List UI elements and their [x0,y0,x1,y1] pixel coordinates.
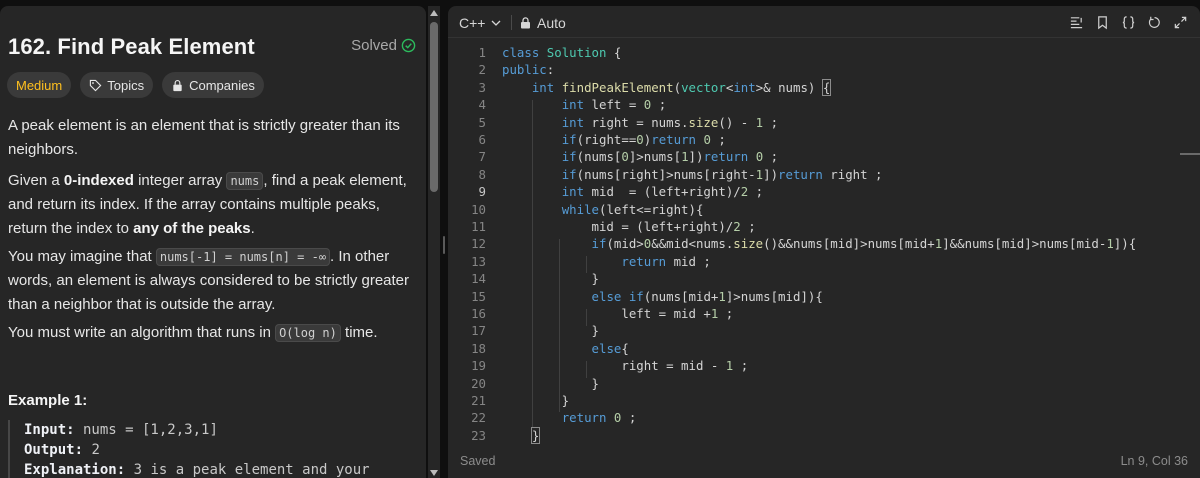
example-value: 3 is a peak element and your [125,462,370,478]
line-number: 5 [478,114,486,130]
chevron-down-icon [492,20,501,26]
tag-icon [90,79,102,91]
topics-button[interactable]: Topics [80,72,154,98]
solved-badge: Solved [351,37,416,54]
inline-code: nums[-1] = nums[n] = -∞ [155,248,331,266]
language-selector[interactable]: C++ [459,15,501,31]
scrollbar-thumb[interactable] [430,22,438,192]
example-value: nums = [1,2,3,1] [74,422,218,438]
line-number: 22 [471,410,486,426]
line-number: 1 [478,45,486,60]
solved-label: Solved [351,37,397,54]
expand-icon[interactable] [1172,14,1188,30]
example-label: Input: [24,422,75,438]
difficulty-badge[interactable]: Medium [7,72,72,98]
format-icon[interactable] [1068,14,1084,30]
line-number: 10 [471,201,486,217]
line-number: 21 [471,393,486,408]
text: . [250,220,255,237]
line-number: 14 [471,271,486,287]
text: time. [340,324,378,341]
description-panel: 162. Find Peak Element Solved Medium Top… [0,6,426,478]
description-scrollbar[interactable] [428,6,440,478]
tag-row: Medium Topics Companies [7,72,264,98]
description-paragraph: Given a 0-indexed integer array nums, fi… [8,169,414,241]
line-number: 6 [478,132,486,147]
editor-toolbar: C++ Auto [448,6,1200,38]
mode-selector[interactable]: Auto [520,15,566,31]
line-number: 16 [471,306,486,321]
braces-icon[interactable] [1120,14,1136,30]
line-number: 9 [478,184,486,200]
line-number: 8 [478,166,486,182]
text: You may imagine that [8,248,156,265]
line-number: 17 [471,323,486,339]
reset-icon[interactable] [1146,14,1162,30]
editor-status-bar: Saved Ln 9, Col 36 [448,448,1200,478]
topics-label: Topics [107,77,145,93]
line-number: 12 [471,236,486,252]
bold-text: any of the peaks [133,220,251,237]
description-paragraph: A peak element is an element that is str… [8,117,400,158]
companies-label: Companies [189,77,255,93]
scroll-down-arrow[interactable] [430,470,438,476]
line-number: 7 [478,149,486,165]
code-area[interactable]: 1 class Solution { 2 public: 3 int findPea… [448,44,1200,444]
line-number: 13 [471,253,486,269]
line-number: 2 [478,62,486,78]
line-number: 20 [471,375,486,391]
code-editor-panel: C++ Auto 1 class Solution {2 public: 3 … [448,6,1200,478]
example-output: Output: 2 [24,440,408,460]
check-circle-icon [401,38,416,53]
text: You must write an algorithm that runs in [8,324,276,341]
inline-code: O(log n) [275,324,341,342]
companies-button[interactable]: Companies [162,72,264,98]
title-row: 162. Find Peak Element Solved [8,34,416,64]
cursor-position[interactable]: Ln 9, Col 36 [1121,454,1188,468]
example-value: 2 [83,442,100,458]
text: Given a [8,172,64,189]
text: integer array [133,172,227,189]
description-paragraph: You may imagine that nums[-1] = nums[n] … [8,245,414,317]
description-paragraph: You must write an algorithm that runs in… [8,321,378,345]
bold-text: 0-indexed [63,172,134,189]
mode-label: Auto [537,15,566,31]
example-input: Input: nums = [1,2,3,1] [24,420,408,440]
line-number: 23 [471,427,486,443]
example-explanation: Explanation: 3 is a peak element and you… [24,460,408,478]
bookmark-icon[interactable] [1094,14,1110,30]
line-number: 19 [471,358,486,374]
inline-code: nums [226,172,264,190]
panel-resize-handle[interactable] [443,236,445,254]
line-number: 15 [471,288,486,304]
save-status: Saved [460,454,496,468]
overview-ruler-mark [1180,153,1200,155]
problem-title[interactable]: 162. Find Peak Element [8,34,255,59]
example-label: Explanation: [24,462,126,478]
example-block: Input: nums = [1,2,3,1] Output: 2 Explan… [8,420,408,478]
language-label: C++ [459,15,486,31]
editor-tools [1068,14,1188,30]
example-label: Output: [24,442,84,458]
lock-icon [173,79,182,91]
line-number: 4 [478,97,486,113]
example-title: Example 1: [8,392,88,409]
line-number: 18 [471,340,486,356]
toolbar-divider [511,15,512,30]
scroll-up-arrow[interactable] [430,10,438,16]
line-number: 11 [471,219,486,234]
line-number: 3 [478,79,486,95]
lock-icon [521,17,530,29]
